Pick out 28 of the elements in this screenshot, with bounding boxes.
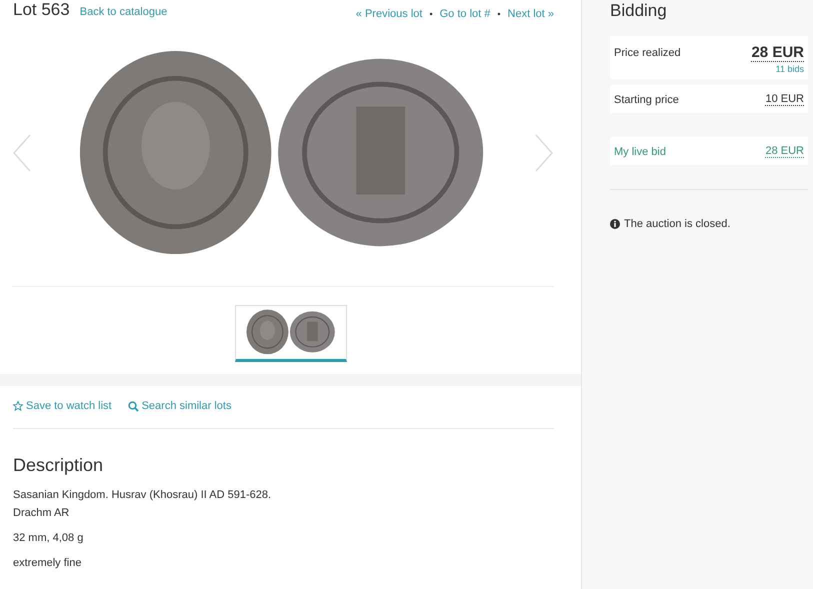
lot-nav-link[interactable]: Go to lot # — [440, 8, 490, 20]
separator-dot: • — [429, 9, 433, 19]
watch-list-link[interactable]: Save to watch list — [13, 400, 112, 412]
bid-label: Starting price — [614, 94, 679, 106]
description-heading: Description — [13, 455, 104, 476]
previous-image-icon[interactable] — [12, 133, 32, 173]
info-icon — [610, 219, 620, 229]
next-image-icon[interactable] — [534, 133, 554, 173]
back-link[interactable]: Back to catalogue — [80, 6, 168, 18]
bid-amount: 28 EUR — [751, 44, 804, 62]
star-icon — [13, 401, 23, 411]
lot-nav-link[interactable]: Next lot » — [508, 8, 554, 20]
bid-amount: 28 EUR — [765, 145, 804, 158]
thumbnail[interactable] — [234, 305, 346, 362]
separator-dot: • — [497, 9, 501, 19]
bid-label: My live bid — [614, 146, 666, 158]
bidding-heading: Bidding — [610, 1, 668, 21]
bid-amount: 10 EUR — [765, 93, 804, 106]
bid-count-link[interactable]: 11 bids — [614, 64, 804, 74]
status-text: The auction is closed. — [624, 218, 730, 230]
description-text: Sasanian Kingdom. Husrav (Khosrau) II AD 591-628. Drachm AR — [13, 488, 272, 521]
bid-label: Price realized — [614, 47, 681, 59]
search-icon — [128, 400, 139, 412]
description-text: 32 mm, 4,08 g — [13, 531, 84, 546]
lot-title: Lot 563 — [13, 0, 70, 20]
lot-nav-link[interactable]: « Previous lot — [356, 8, 422, 20]
search-similar-link[interactable]: Search similar lots — [128, 400, 232, 412]
description-text: extremely fine — [13, 556, 82, 571]
